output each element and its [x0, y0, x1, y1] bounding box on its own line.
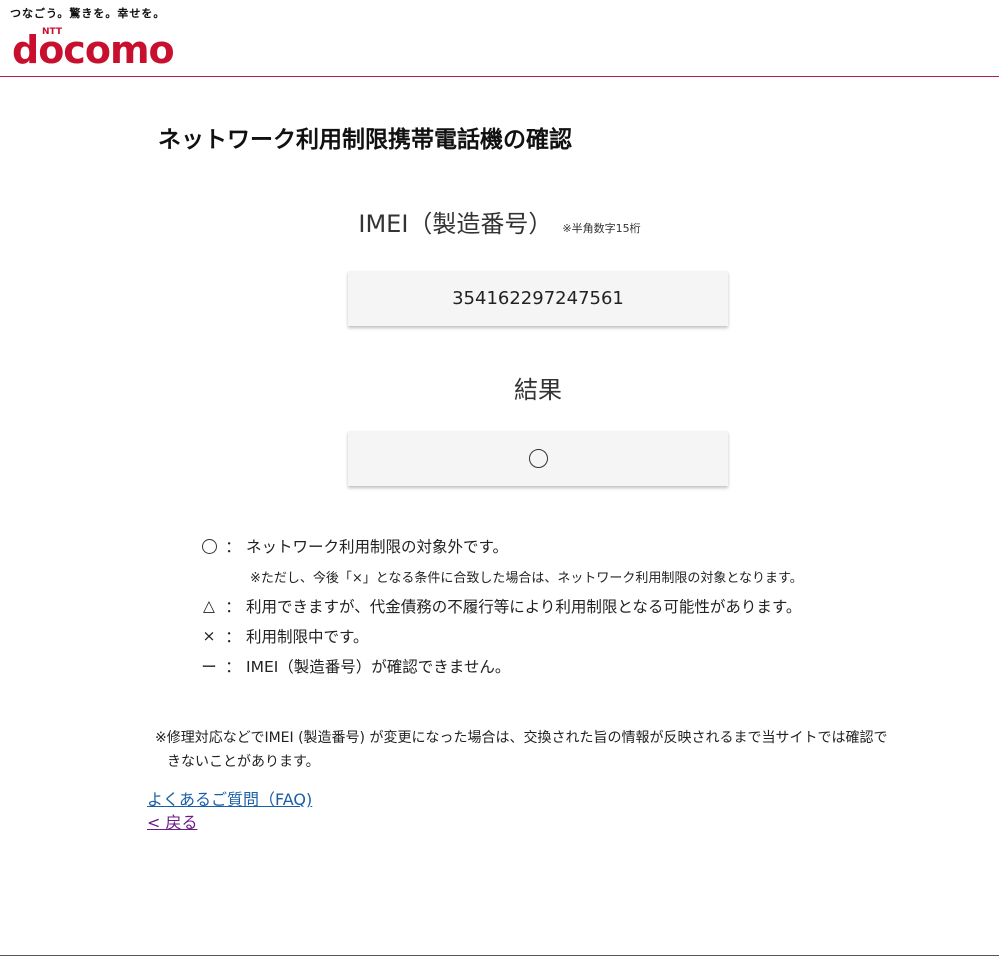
- legend-text: IMEI（製造番号）が確認できません。: [246, 658, 511, 676]
- footnote-line-2: きないことがあります。: [167, 754, 320, 770]
- footnote-line-1: ※修理対応などでIMEI (製造番号) が変更になった場合は、交換された旨の情報…: [155, 730, 888, 746]
- imei-value-box: 354162297247561: [348, 271, 728, 326]
- circle-icon: [528, 449, 548, 468]
- legend-item-dash: ー ： IMEI（製造番号）が確認できません。: [198, 655, 510, 677]
- imei-value: 354162297247561: [452, 288, 624, 309]
- triangle-icon: △: [203, 597, 215, 615]
- footnote: ※修理対応などでIMEI (製造番号) が変更になった場合は、交換された旨の情報…: [155, 726, 945, 774]
- legend-colon: ：: [225, 658, 241, 676]
- legend-text: ネットワーク利用制限の対象外です。: [246, 538, 508, 556]
- legend-item-triangle: △ ： 利用できますが、代金債務の不履行等により利用制限となる可能性があります。: [198, 595, 801, 617]
- cross-icon: ×: [202, 627, 216, 645]
- legend-text: 利用できますが、代金債務の不履行等により利用制限となる可能性があります。: [246, 598, 802, 616]
- dash-icon: ー: [201, 658, 217, 676]
- legend-item-circle: ： ネットワーク利用制限の対象外です。: [198, 535, 508, 557]
- result-box: [348, 431, 728, 486]
- circle-icon: [201, 538, 217, 554]
- back-link[interactable]: < 戻る: [147, 809, 198, 833]
- imei-label: IMEI（製造番号）: [358, 210, 553, 238]
- legend-text: 利用制限中です。: [246, 628, 369, 646]
- site-header: つなごう。驚きを。幸せを。 NTT docomo: [0, 0, 999, 77]
- imei-heading: IMEI（製造番号） ※半角数字15桁: [0, 204, 999, 239]
- legend-colon: ：: [225, 628, 241, 646]
- legend-colon: ：: [225, 538, 241, 556]
- logo-docomo-text: docomo: [12, 28, 175, 72]
- docomo-logo[interactable]: NTT docomo: [12, 18, 182, 70]
- legend-item-cross: × ： 利用制限中です。: [198, 625, 369, 647]
- footer-divider: [0, 955, 999, 956]
- result-label: 結果: [514, 376, 562, 404]
- faq-link[interactable]: よくあるご質問（FAQ): [147, 786, 312, 810]
- page-title: ネットワーク利用制限携帯電話機の確認: [158, 127, 572, 153]
- legend-sub-note: ※ただし、今後「×」となる条件に合致した場合は、ネットワーク利用制限の対象となり…: [250, 571, 803, 586]
- legend-colon: ：: [225, 598, 241, 616]
- imei-note: ※半角数字15桁: [562, 222, 641, 235]
